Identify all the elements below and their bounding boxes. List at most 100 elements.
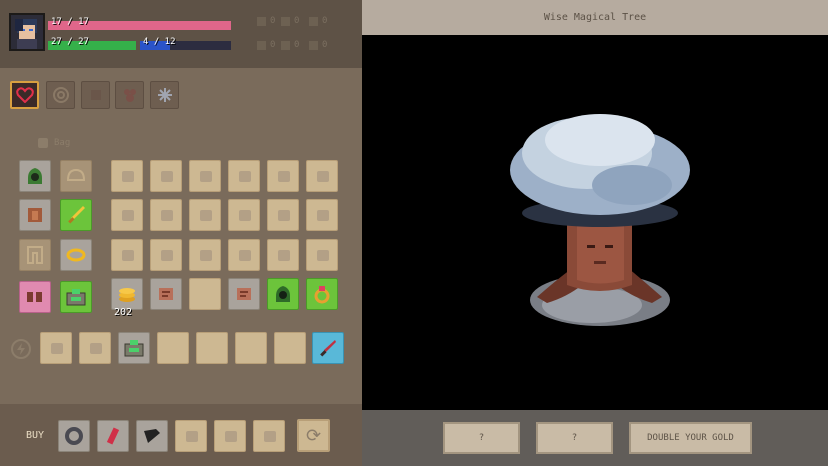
scroll-icon: [237, 288, 251, 300]
shield-icon: [309, 16, 318, 26]
bag-slot-coins[interactable]: 202: [111, 278, 143, 318]
golden-sword-icon: [68, 206, 85, 224]
effect-slot-4[interactable]: [115, 81, 144, 109]
equip-helmet[interactable]: [60, 160, 92, 192]
bag-slot-locked[interactable]: [111, 199, 143, 231]
stat-attack: 0: [257, 16, 275, 26]
game-screen: 17 / 17 27 / 27 4 / 12 0 0 0 0 0 0 Bag 2…: [0, 0, 828, 466]
dialog-option-2[interactable]: ?: [536, 422, 613, 454]
quick-slot-locked[interactable]: [40, 332, 72, 364]
health-bar: 17 / 17: [48, 17, 231, 30]
bag-slot-locked[interactable]: [228, 239, 260, 271]
bag-slot-locked[interactable]: [306, 160, 338, 192]
stat-speed: 0: [281, 16, 299, 26]
backpack-icon: [66, 289, 86, 306]
book-icon: [144, 429, 160, 443]
shop-slot-locked[interactable]: [253, 420, 285, 452]
quick-slot-empty[interactable]: [196, 332, 228, 364]
shop-slot-locked[interactable]: [214, 420, 246, 452]
shop-item-potion[interactable]: [97, 420, 129, 452]
equip-bag[interactable]: [60, 281, 92, 313]
coin-quantity: 202: [114, 307, 133, 318]
snowflake-icon: [157, 88, 172, 102]
bag-slot-locked[interactable]: [189, 199, 221, 231]
quick-slot-empty[interactable]: [274, 332, 306, 364]
bag-slot-locked[interactable]: [306, 239, 338, 271]
stat-armor: 0: [309, 16, 327, 26]
stat-luck: 0: [281, 40, 299, 50]
chestplate-icon: [28, 208, 42, 222]
bag-slot-locked[interactable]: [189, 160, 221, 192]
bag-slot-hood[interactable]: [267, 278, 299, 310]
bag-slot-locked[interactable]: [267, 239, 299, 271]
equip-ring[interactable]: [60, 239, 92, 271]
boots-icon: [27, 292, 42, 302]
npc-name: Wise Magical Tree: [543, 12, 647, 23]
shop-slot-locked[interactable]: [175, 420, 207, 452]
effect-spiral[interactable]: [46, 81, 75, 109]
bag-slot-ring[interactable]: [306, 278, 338, 310]
quick-slot-locked[interactable]: [79, 332, 111, 364]
bag-slot-locked[interactable]: [267, 199, 299, 231]
quick-slot-empty[interactable]: [235, 332, 267, 364]
quick-slot-empty[interactable]: [157, 332, 189, 364]
potion-icon: [106, 427, 120, 445]
equip-boots[interactable]: [19, 281, 51, 313]
bag-header: Bag: [38, 138, 70, 148]
magical-tree-sprite: [510, 114, 690, 326]
bag-slot-scroll[interactable]: [228, 278, 260, 310]
bag-slot-locked[interactable]: [150, 160, 182, 192]
gold-coins-icon: [119, 288, 135, 302]
player-portrait: [9, 13, 45, 51]
buy-label: BUY: [26, 430, 45, 441]
shop-item-book[interactable]: [136, 420, 168, 452]
bag-slot-locked[interactable]: [111, 239, 143, 271]
iron-ring-icon: [65, 427, 83, 445]
inventory-panel: 17 / 17 27 / 27 4 / 12 0 0 0 0 0 0 Bag 2…: [0, 0, 362, 466]
mana-text: 27 / 27: [51, 37, 89, 47]
quick-slot-dagger[interactable]: [312, 332, 344, 364]
encounter-panel: Wise Magical Tree ? ? DOUBLE YOUR GOLD: [362, 0, 828, 466]
stat-crit: 0: [257, 40, 275, 50]
pants-icon: [27, 246, 43, 264]
quick-slot-bag[interactable]: [118, 332, 150, 364]
bag-slot-locked[interactable]: [228, 199, 260, 231]
spiral-icon: [52, 87, 69, 103]
effect-snowflake[interactable]: [150, 81, 179, 109]
shop-item-ring[interactable]: [58, 420, 90, 452]
equip-armor[interactable]: [19, 199, 51, 231]
encounter-scene: [362, 35, 828, 410]
bag-slot-scroll[interactable]: [150, 278, 182, 310]
red-dagger-icon: [320, 340, 336, 357]
equip-legs[interactable]: [19, 239, 51, 271]
bag-slot-locked[interactable]: [267, 160, 299, 192]
hood-icon: [28, 168, 42, 184]
backpack-icon: [124, 340, 144, 357]
sell-toggle[interactable]: [11, 339, 31, 359]
ruby-ring-icon: [314, 286, 330, 304]
dialog-option-1[interactable]: ?: [443, 422, 520, 454]
bag-icon: [38, 138, 48, 148]
bag-slot-locked[interactable]: [150, 239, 182, 271]
bag-slot-locked[interactable]: [111, 160, 143, 192]
hood-icon: [276, 286, 290, 302]
bag-slot-locked[interactable]: [228, 160, 260, 192]
bag-slot-locked[interactable]: [150, 199, 182, 231]
mana-bar: 27 / 27: [48, 37, 136, 50]
dialog-options: ? ? DOUBLE YOUR GOLD: [362, 410, 828, 466]
lightning-icon: [17, 343, 25, 355]
double-your-gold-button[interactable]: DOUBLE YOUR GOLD: [629, 422, 752, 454]
bag-slot-empty[interactable]: [189, 278, 221, 310]
experience-text: 4 / 12: [143, 37, 176, 47]
effect-slot-3[interactable]: [81, 81, 110, 109]
bag-slot-locked[interactable]: [189, 239, 221, 271]
clover-icon: [281, 40, 290, 50]
scroll-icon: [159, 288, 173, 300]
bag-slot-locked[interactable]: [306, 199, 338, 231]
effect-heart[interactable]: [10, 81, 39, 109]
boot-icon: [281, 16, 290, 26]
gold-ring-icon: [66, 248, 86, 262]
equip-hood[interactable]: [19, 160, 51, 192]
reroll-shop-button[interactable]: ⟳: [297, 419, 330, 452]
equip-weapon[interactable]: [60, 199, 92, 231]
